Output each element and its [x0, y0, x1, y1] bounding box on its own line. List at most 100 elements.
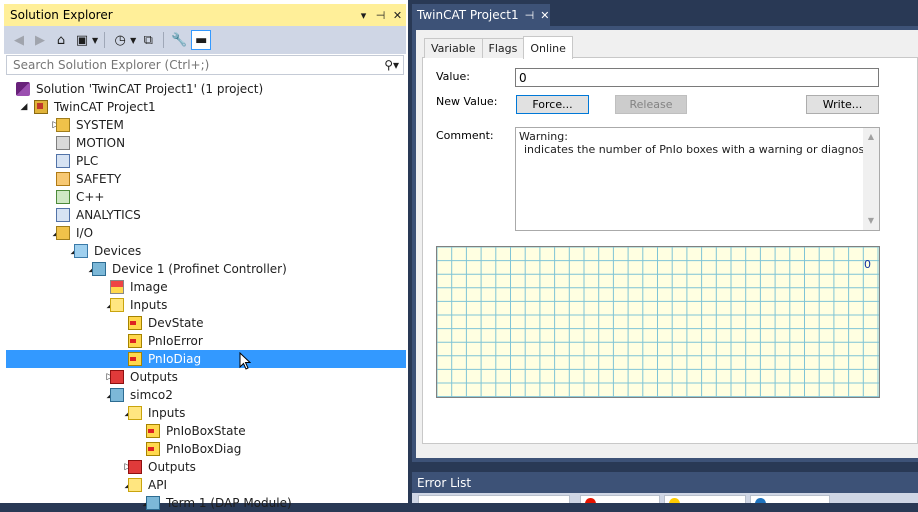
outputs-folder-icon	[128, 460, 142, 474]
write-button[interactable]: Write...	[806, 95, 879, 114]
variable-icon	[128, 334, 142, 348]
scroll-down-icon[interactable]: ▼	[863, 214, 879, 228]
forward-icon[interactable]: ▶	[31, 30, 49, 50]
tree-item[interactable]: ◢ TwinCAT Project1	[6, 98, 406, 116]
pin-tab-icon[interactable]: ⊣	[525, 9, 535, 22]
new-value-label: New Value:	[436, 95, 498, 108]
warnings-filter-button[interactable]	[664, 495, 746, 503]
tree-item[interactable]: PnIoBoxState	[6, 422, 406, 440]
tree-item[interactable]: C++	[6, 188, 406, 206]
comment-textarea[interactable]: Warning: indicates the number of PnIo bo…	[515, 127, 880, 231]
tree-item[interactable]: ▷Outputs	[6, 368, 406, 386]
tree-item-label: ANALYTICS	[76, 208, 141, 222]
tree-item[interactable]: ANALYTICS	[6, 206, 406, 224]
api-folder-icon	[128, 478, 142, 492]
error-list-scope-dropdown[interactable]	[418, 495, 570, 503]
pending-changes-dropdown-icon[interactable]: ▼	[130, 36, 136, 45]
solution-explorer-panel: Solution Explorer ▾ ⊣ ✕ ◀ ▶ ⌂ ▣ ▼ ◷ ▼ ⧉ …	[0, 0, 408, 510]
tree-item-label: TwinCAT Project1	[54, 100, 156, 114]
switch-views-icon[interactable]: ▣	[73, 30, 91, 50]
tree-item-label: Term 1 (DAP Module)	[166, 496, 292, 510]
tree-item[interactable]: ◢simco2	[6, 386, 406, 404]
toolbar-separator	[163, 32, 165, 48]
solution-explorer-search[interactable]: ⚲▾	[6, 55, 404, 75]
comment-label: Comment:	[436, 129, 494, 142]
solution-explorer-title-bar: Solution Explorer ▾ ⊣ ✕	[4, 4, 406, 26]
tree-item-label: C++	[76, 190, 105, 204]
tree-item-label: Device 1 (Profinet Controller)	[112, 262, 287, 276]
device-icon	[110, 388, 124, 402]
tree-item[interactable]: ◢Term 1 (DAP Module)	[6, 494, 406, 512]
tree-item[interactable]: PnIoError	[6, 332, 406, 350]
tree-item-label: I/O	[76, 226, 94, 240]
plc-icon	[56, 154, 70, 168]
inputs-folder-icon	[128, 406, 142, 420]
tab-flags-label: Flags	[488, 42, 518, 55]
search-input[interactable]	[11, 57, 385, 73]
back-icon[interactable]: ◀	[10, 30, 28, 50]
scroll-up-icon[interactable]: ▲	[863, 130, 879, 144]
value-field[interactable]	[515, 68, 879, 87]
auto-hide-pin-icon[interactable]: ⊣	[372, 7, 389, 24]
inputs-folder-icon	[110, 298, 124, 312]
collapse-all-icon[interactable]: ⧉	[139, 30, 157, 50]
tree-item[interactable]: ◢Inputs	[6, 296, 406, 314]
tree-item-label: Devices	[94, 244, 142, 258]
variable-icon	[146, 424, 160, 438]
release-button[interactable]: Release	[615, 95, 687, 114]
editor-tab-title: TwinCAT Project1	[417, 8, 519, 22]
close-tab-icon[interactable]: ✕	[540, 9, 549, 22]
tree-item[interactable]: ◢I/O	[6, 224, 406, 242]
search-icon[interactable]: ⚲▾	[384, 58, 403, 72]
home-icon[interactable]: ⌂	[52, 30, 70, 50]
tree-item-label: Solution 'TwinCAT Project1' (1 project)	[36, 82, 264, 96]
tree-item[interactable]: Solution 'TwinCAT Project1' (1 project)	[6, 80, 406, 98]
tree-item[interactable]: SAFETY	[6, 170, 406, 188]
window-position-dropdown-icon[interactable]: ▾	[355, 7, 372, 24]
tree-item[interactable]: ◢Device 1 (Profinet Controller)	[6, 260, 406, 278]
tree-item[interactable]: DevState	[6, 314, 406, 332]
warning-icon	[669, 497, 680, 503]
messages-filter-button[interactable]	[750, 495, 830, 503]
tree-item[interactable]: ◢API	[6, 476, 406, 494]
tree-item[interactable]: ◢Devices	[6, 242, 406, 260]
tree-item[interactable]: ▷Outputs	[6, 458, 406, 476]
tab-online[interactable]: Online	[523, 36, 573, 59]
comment-line-1: Warning:	[519, 130, 568, 143]
close-icon[interactable]: ✕	[389, 7, 406, 24]
tab-online-label: Online	[530, 41, 566, 55]
tree-item[interactable]: MOTION	[6, 134, 406, 152]
pending-changes-filter-icon[interactable]: ◷	[111, 30, 129, 50]
motion-icon	[56, 136, 70, 150]
preview-selected-items-icon[interactable]: ▬	[191, 30, 212, 50]
force-button[interactable]: Force...	[516, 95, 589, 114]
error-list-title: Error List	[417, 475, 472, 490]
errors-filter-button[interactable]	[580, 495, 660, 503]
tree-item-label: Inputs	[130, 298, 168, 312]
switch-views-dropdown-icon[interactable]: ▼	[92, 36, 98, 45]
comment-line-2: indicates the number of PnIo boxes with …	[524, 143, 874, 156]
variable-icon	[146, 442, 160, 456]
error-list-title-bar: Error List	[412, 472, 918, 493]
properties-wrench-icon[interactable]: 🔧	[170, 30, 188, 50]
tree-item[interactable]: PnIoBoxDiag	[6, 440, 406, 458]
tree-item-label: DevState	[148, 316, 204, 330]
tab-variable[interactable]: Variable	[424, 38, 483, 58]
tree-item[interactable]: Image	[6, 278, 406, 296]
tree-item[interactable]: ▷SYSTEM	[6, 116, 406, 134]
tree-item[interactable]: ◢Inputs	[6, 404, 406, 422]
safety-icon	[56, 172, 70, 186]
io-icon	[56, 226, 70, 240]
collapse-arrow-icon[interactable]: ◢	[18, 102, 30, 112]
editor-document-tab[interactable]: TwinCAT Project1 ⊣ ✕	[412, 4, 550, 26]
tree-item[interactable]: PnIoDiag	[6, 350, 406, 368]
cpp-icon	[56, 190, 70, 204]
tree-item-label: PnIoBoxDiag	[166, 442, 242, 456]
solution-tree: Solution 'TwinCAT Project1' (1 project) ◢…	[6, 80, 406, 512]
error-icon	[585, 497, 596, 503]
tree-item[interactable]: PLC	[6, 152, 406, 170]
tab-flags[interactable]: Flags	[481, 38, 525, 58]
comment-scrollbar[interactable]: ▲ ▼	[863, 128, 879, 230]
system-icon	[56, 118, 70, 132]
devices-icon	[74, 244, 88, 258]
